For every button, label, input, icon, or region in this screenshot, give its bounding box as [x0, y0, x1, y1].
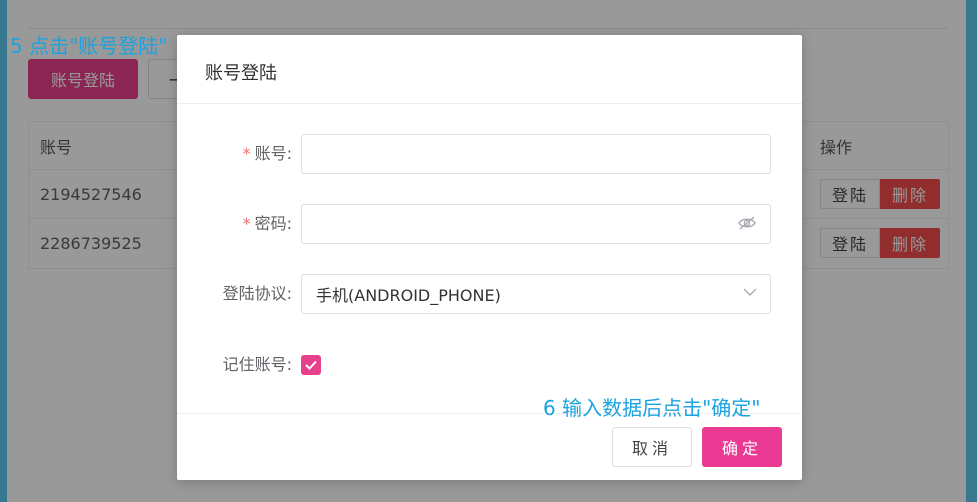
- account-input[interactable]: [301, 134, 771, 174]
- confirm-button[interactable]: 确定: [702, 427, 782, 467]
- password-label-text: 密码:: [254, 214, 292, 233]
- remember-checkbox[interactable]: [301, 355, 321, 375]
- required-mark: *: [242, 214, 251, 233]
- password-input[interactable]: [301, 204, 771, 244]
- remember-label: 记住账号:: [222, 355, 292, 374]
- check-icon: [305, 360, 317, 370]
- chevron-down-icon[interactable]: [743, 287, 757, 297]
- protocol-select[interactable]: 手机(ANDROID_PHONE): [301, 274, 771, 314]
- protocol-selected-value: 手机(ANDROID_PHONE): [316, 286, 501, 305]
- annotation-step-6: 6 输入数据后点击"确定": [543, 396, 761, 420]
- dialog-title: 账号登陆: [205, 63, 277, 84]
- protocol-label: 登陆协议:: [222, 284, 292, 303]
- account-label-text: 账号:: [254, 144, 292, 163]
- required-mark: *: [242, 144, 251, 163]
- dialog-header-divider: [177, 103, 802, 104]
- account-label: * 账号:: [177, 134, 292, 174]
- password-label: * 密码:: [177, 204, 292, 244]
- eye-slash-icon[interactable]: [737, 215, 757, 231]
- annotation-step-5: 5 点击"账号登陆": [10, 34, 168, 58]
- cancel-button[interactable]: 取消: [612, 427, 692, 467]
